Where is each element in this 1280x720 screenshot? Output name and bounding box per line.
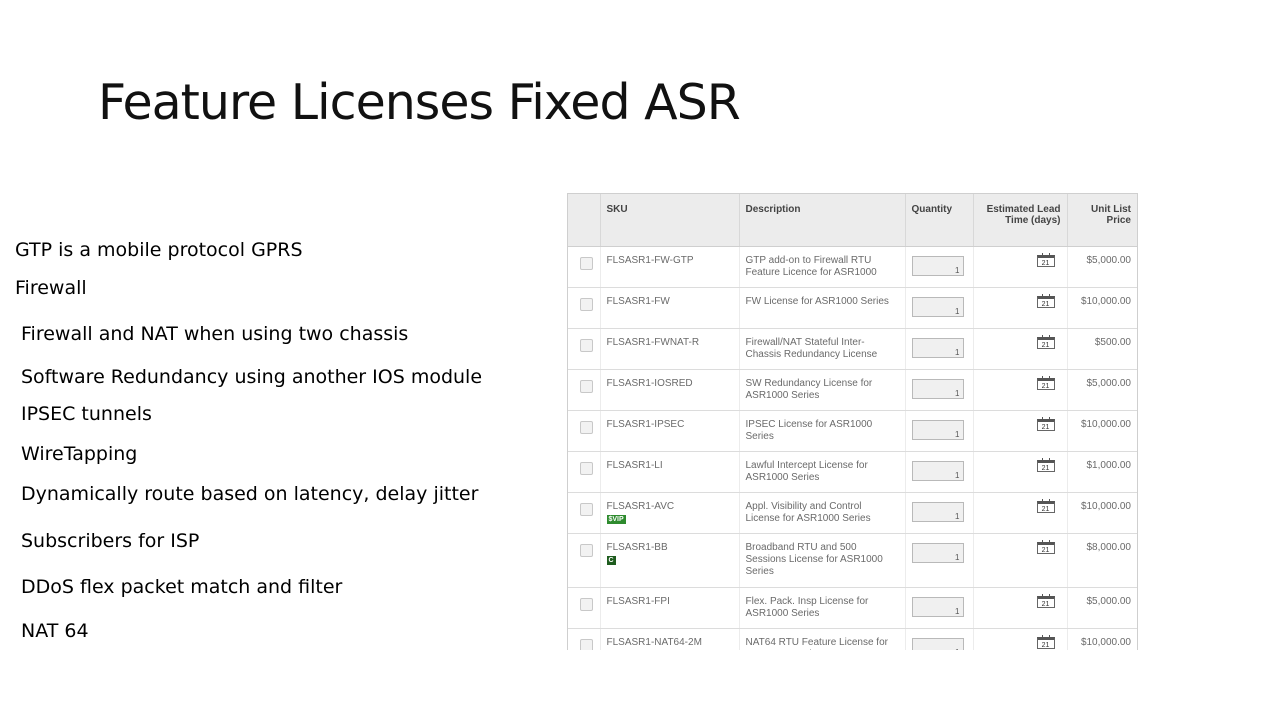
sku-cell: FLSASR1-NAT64-2M (600, 628, 740, 650)
sku-cell: FLSASR1-FW-GTP (600, 246, 740, 288)
price-cell: $5,000.00 (1067, 587, 1137, 629)
table-row: FLSASR1-BB C Broadband RTU and 500 Sessi… (568, 533, 1137, 588)
table-row: FLSASR1-NAT64-2M NAT64 RTU Feature Licen… (568, 628, 1137, 650)
description-cell: GTP add-on to Firewall RTU Feature Licen… (739, 246, 906, 288)
note-ipsec: IPSEC tunnels (21, 403, 152, 425)
description-cell: Appl. Visibility and Control License for… (739, 492, 906, 534)
quantity-input[interactable]: 1 (911, 420, 964, 440)
price-cell: $10,000.00 (1067, 492, 1137, 534)
table-row: FLSASR1-LI Lawful Intercept License for … (568, 451, 1137, 493)
row-checkbox[interactable] (580, 544, 593, 557)
description-cell: Broadband RTU and 500 Sessions License f… (739, 533, 906, 588)
note-firewall: Firewall (15, 277, 87, 299)
sku-cell: FLSASR1-IPSEC (600, 410, 740, 452)
sku-cell: FLSASR1-FW (600, 287, 740, 329)
calendar-icon: 21 (1036, 499, 1055, 513)
row-checkbox[interactable] (580, 462, 593, 475)
table-row: FLSASR1-IOSRED SW Redundancy License for… (568, 369, 1137, 411)
select-column-header (568, 194, 601, 247)
calendar-icon: 21 (1036, 594, 1055, 608)
note-wiretapping: WireTapping (21, 443, 138, 465)
note-gtp: GTP is a mobile protocol GPRS (15, 239, 303, 261)
description-cell: SW Redundancy License for ASR1000 Series (739, 369, 906, 411)
price-column-header[interactable]: Unit List Price (1067, 194, 1137, 247)
row-checkbox[interactable] (580, 380, 593, 393)
sku-cell: FLSASR1-FWNAT-R (600, 328, 740, 370)
price-cell: $10,000.00 (1067, 287, 1137, 329)
price-cell: $5,000.00 (1067, 369, 1137, 411)
calendar-icon: 21 (1036, 335, 1055, 349)
sku-cell: FLSASR1-FPI (600, 587, 740, 629)
row-checkbox[interactable] (580, 503, 593, 516)
price-cell: $10,000.00 (1067, 410, 1137, 452)
table-header-row: SKU Description Quantity Estimated Lead … (568, 194, 1137, 247)
description-cell: Lawful Intercept License for ASR1000 Ser… (739, 451, 906, 493)
table-row: FLSASR1-FWNAT-R Firewall/NAT Stateful In… (568, 328, 1137, 370)
calendar-icon: 21 (1036, 253, 1055, 267)
note-nat64: NAT 64 (21, 620, 89, 642)
note-subscribers: Subscribers for ISP (21, 530, 200, 552)
calendar-icon: 21 (1036, 635, 1055, 649)
sku-cell: FLSASR1-LI (600, 451, 740, 493)
table-row: FLSASR1-FW FW License for ASR1000 Series… (568, 287, 1137, 329)
quantity-input[interactable]: 1 (911, 379, 964, 399)
note-firewall-nat: Firewall and NAT when using two chassis (21, 323, 409, 345)
note-software-redundancy: Software Redundancy using another IOS mo… (21, 366, 483, 388)
row-checkbox[interactable] (580, 421, 593, 434)
quantity-input[interactable]: 1 (911, 338, 964, 358)
row-checkbox[interactable] (580, 339, 593, 352)
table-row: FLSASR1-IPSEC IPSEC License for ASR1000 … (568, 410, 1137, 452)
sku-column-header[interactable]: SKU (600, 194, 740, 247)
quantity-input[interactable]: 1 (911, 502, 964, 522)
description-column-header[interactable]: Description (739, 194, 906, 247)
description-cell: Flex. Pack. Insp License for ASR1000 Ser… (739, 587, 906, 629)
license-table-container: SKU Description Quantity Estimated Lead … (567, 193, 1138, 650)
calendar-icon: 21 (1036, 417, 1055, 431)
note-ddos: DDoS flex packet match and filter (21, 576, 343, 598)
price-cell: $1,000.00 (1067, 451, 1137, 493)
price-cell: $8,000.00 (1067, 533, 1137, 588)
calendar-icon: 21 (1036, 294, 1055, 308)
row-checkbox[interactable] (580, 257, 593, 270)
quantity-input[interactable]: 1 (911, 638, 964, 650)
description-cell: NAT64 RTU Feature License for up to 2M S… (739, 628, 906, 650)
c-badge: C (606, 556, 616, 565)
quantity-input[interactable]: 1 (911, 597, 964, 617)
quantity-input[interactable]: 1 (911, 256, 964, 276)
sku-cell: FLSASR1-BB (606, 542, 668, 553)
license-table: SKU Description Quantity Estimated Lead … (568, 194, 1137, 650)
table-row: FLSASR1-FW-GTP GTP add-on to Firewall RT… (568, 246, 1137, 288)
description-cell: Firewall/NAT Stateful Inter-Chassis Redu… (739, 328, 906, 370)
price-cell: $500.00 (1067, 328, 1137, 370)
table-row: FLSASR1-AVC $VIP Appl. Visibility and Co… (568, 492, 1137, 534)
slide-title: Feature Licenses Fixed ASR (98, 74, 741, 131)
price-cell: $10,000.00 (1067, 628, 1137, 650)
quantity-column-header[interactable]: Quantity (905, 194, 974, 247)
description-cell: IPSEC License for ASR1000 Series (739, 410, 906, 452)
quantity-input[interactable]: 1 (911, 461, 964, 481)
note-dynamic-route: Dynamically route based on latency, dela… (21, 483, 479, 505)
lead-time-column-header[interactable]: Estimated Lead Time (days) (973, 194, 1068, 247)
row-checkbox[interactable] (580, 639, 593, 650)
sku-cell: FLSASR1-IOSRED (600, 369, 740, 411)
row-checkbox[interactable] (580, 298, 593, 311)
vip-badge: $VIP (606, 515, 626, 524)
calendar-icon: 21 (1036, 540, 1055, 554)
description-cell: FW License for ASR1000 Series (739, 287, 906, 329)
row-checkbox[interactable] (580, 598, 593, 611)
sku-cell: FLSASR1-AVC (606, 501, 675, 512)
price-cell: $5,000.00 (1067, 246, 1137, 288)
table-row: FLSASR1-FPI Flex. Pack. Insp License for… (568, 587, 1137, 629)
quantity-input[interactable]: 1 (911, 543, 964, 563)
quantity-input[interactable]: 1 (911, 297, 964, 317)
calendar-icon: 21 (1036, 458, 1055, 472)
calendar-icon: 21 (1036, 376, 1055, 390)
